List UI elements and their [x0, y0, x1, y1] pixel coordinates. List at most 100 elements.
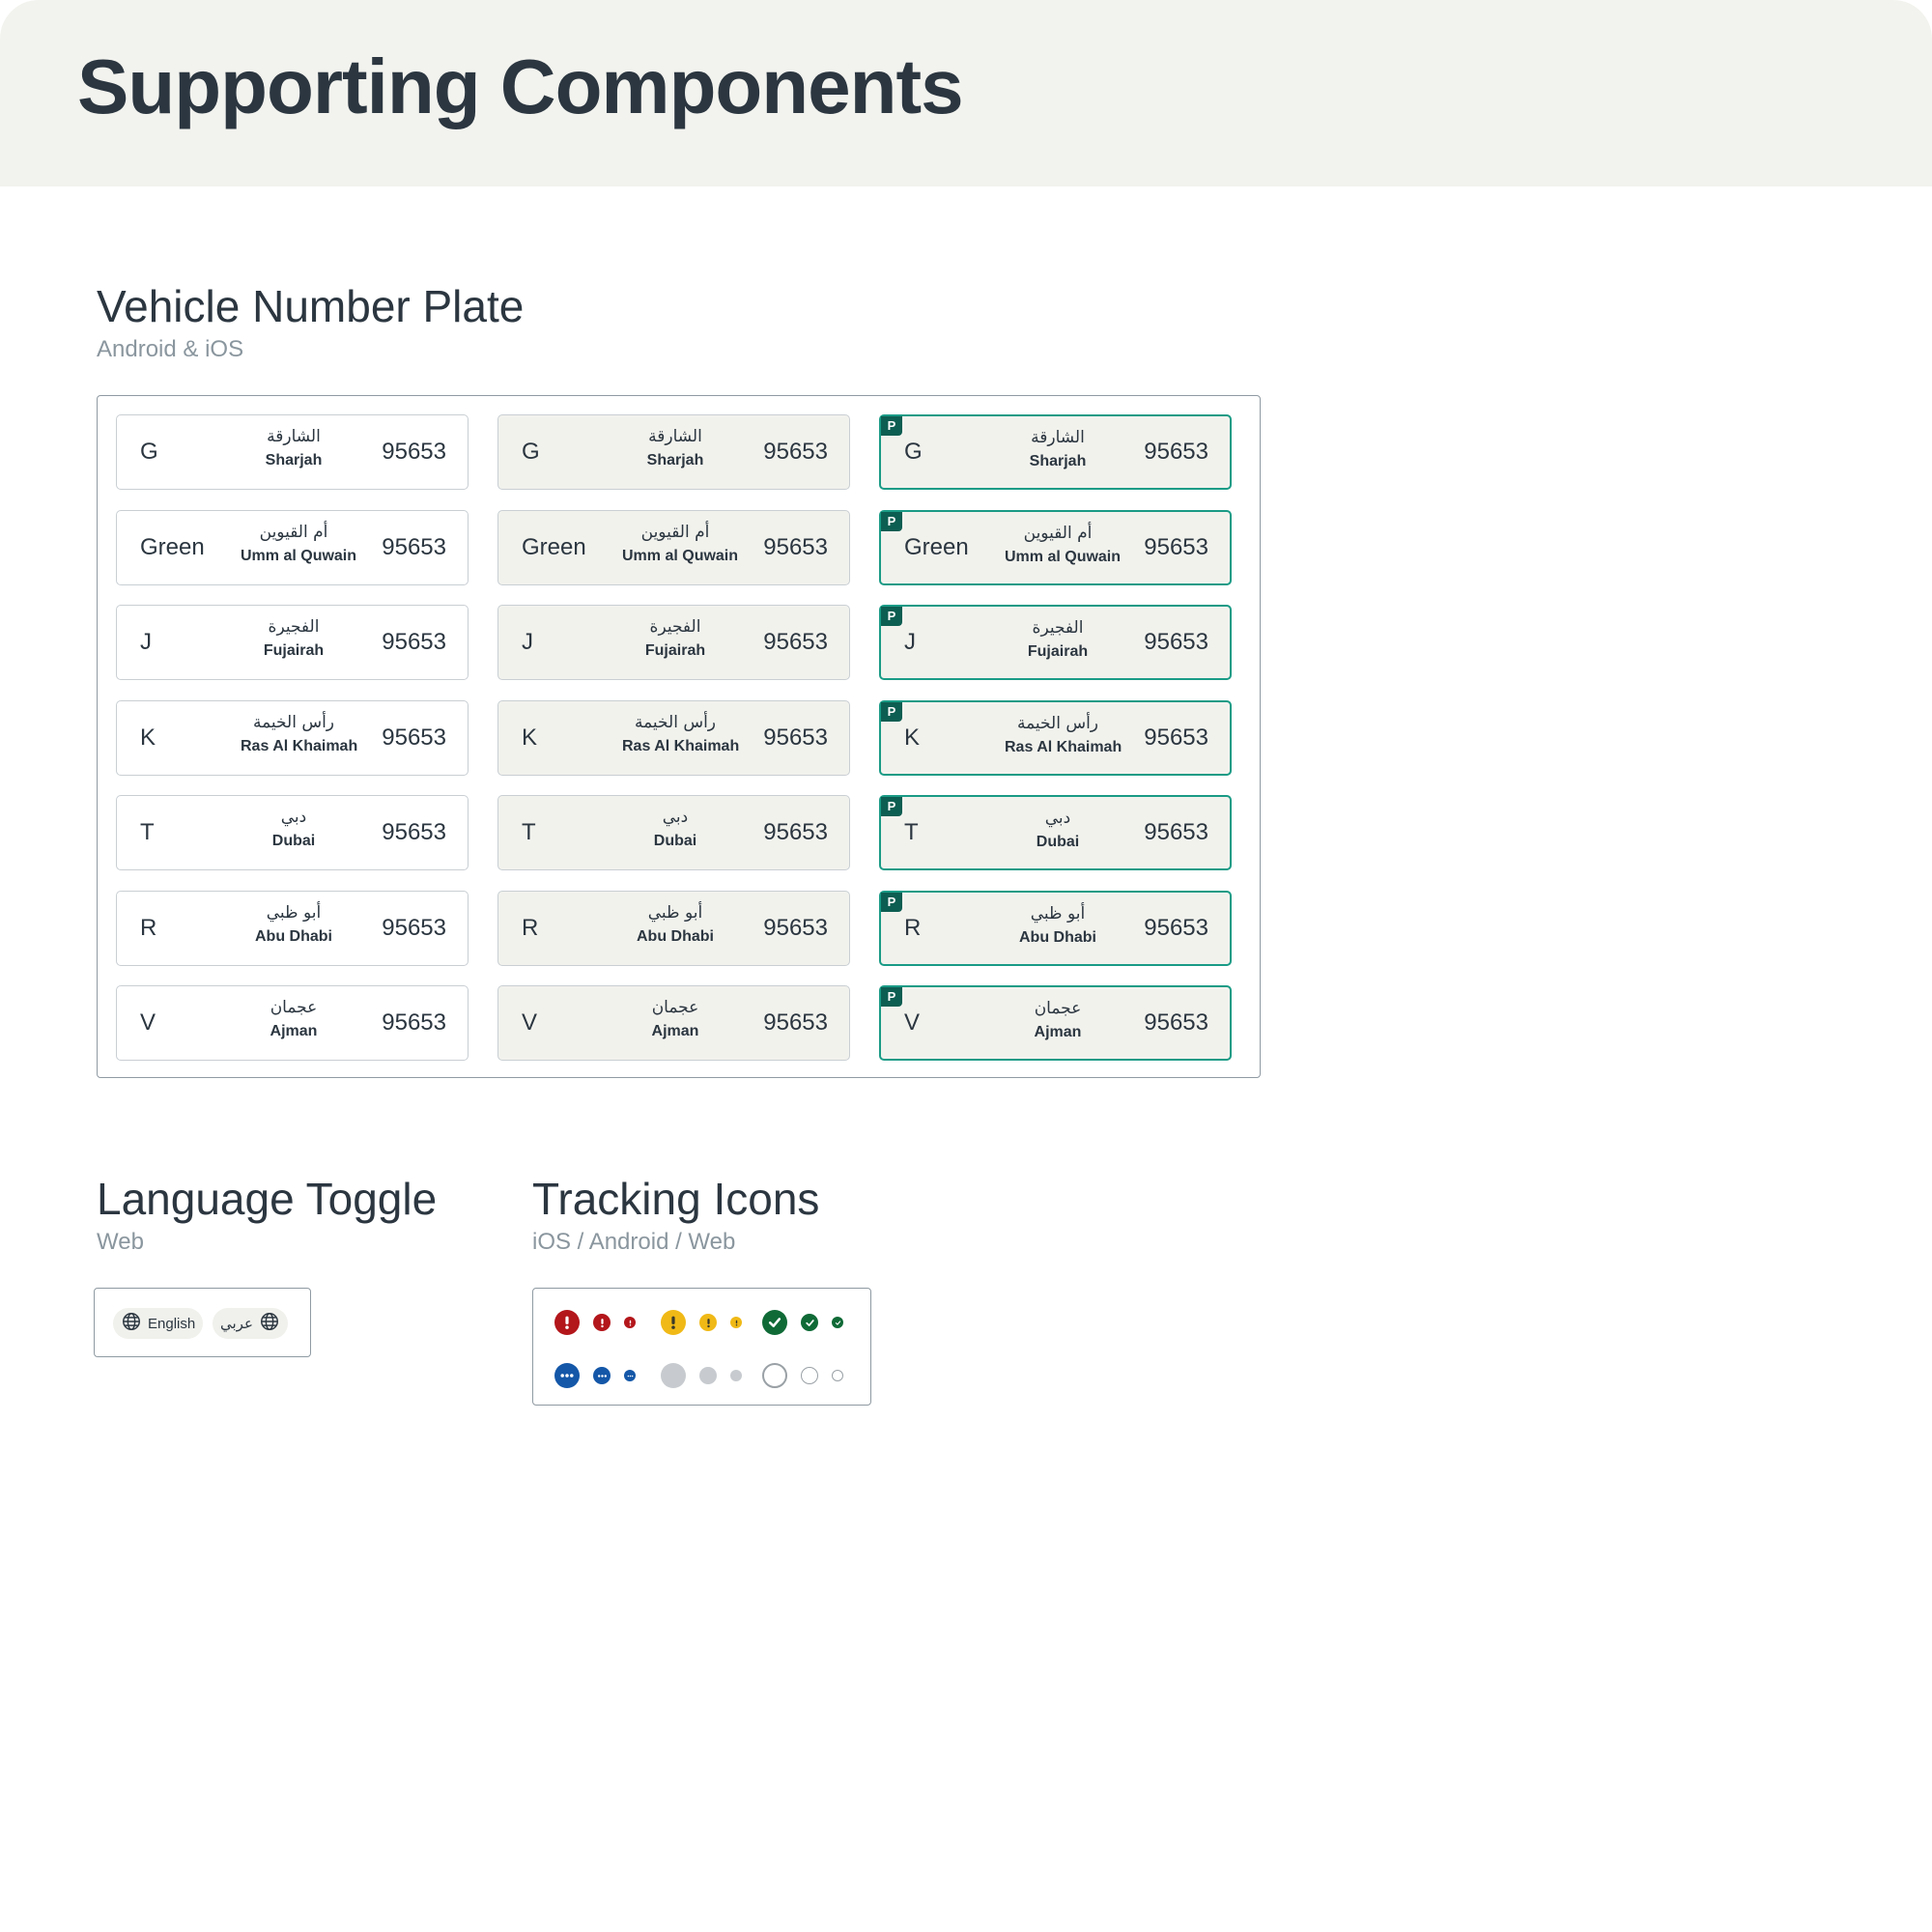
exclamation-icon [593, 1314, 611, 1331]
plate-code: R [140, 914, 157, 941]
number-plate: R أبو ظبي Abu Dhabi 95653 [497, 890, 850, 966]
number-plate: J الفجيرة Fujairah 95653 [497, 605, 850, 680]
plate-emirate: أبو ظبي Abu Dhabi [241, 903, 347, 946]
check-icon [762, 1310, 787, 1335]
number-plate: T دبي Dubai 95653 [497, 795, 850, 870]
empty-circle-icon [832, 1370, 843, 1381]
plate-emirate-english: Ras Al Khaimah [241, 737, 358, 754]
plate-emirate-arabic: دبي [1044, 809, 1071, 828]
plate-code: G [904, 439, 923, 465]
plate-emirate: دبي Dubai [241, 808, 347, 850]
plate-emirate-arabic: الشارقة [1031, 428, 1085, 447]
plate-code: V [140, 1009, 156, 1036]
plate-code: Green [140, 533, 205, 560]
filled-circle-icon [661, 1363, 686, 1388]
plate-number: 95653 [763, 819, 828, 845]
plate-emirate-english: Dubai [271, 833, 316, 849]
number-plate: J الفجيرة Fujairah 95653 [116, 605, 469, 680]
filled-circle-icon [730, 1370, 742, 1381]
plate-emirate-arabic: رأس الخيمة [1016, 713, 1099, 733]
plate-emirate-arabic: رأس الخيمة [634, 712, 717, 732]
plate-emirate: الفجيرة Fujairah [1005, 618, 1111, 661]
plate-emirate-english: Umm al Quwain [622, 547, 739, 564]
arabic-toggle-button[interactable]: عربي [213, 1308, 288, 1339]
english-toggle-button[interactable]: English [113, 1308, 204, 1339]
plate-emirate-arabic: أبو ظبي [1030, 903, 1086, 923]
globe-icon [259, 1311, 280, 1336]
filled-circle-icon [699, 1367, 717, 1384]
plate-number: 95653 [382, 439, 446, 465]
plate-number: 95653 [382, 533, 446, 560]
premium-badge: P [881, 701, 902, 722]
vehicle-plate-panel: G الشارقة Sharjah 95653 Green أم القيوين Umm a… [97, 395, 1261, 1078]
ellipsis-icon [554, 1363, 580, 1388]
plate-emirate-arabic: أبو ظبي [266, 902, 322, 923]
tracking-icons-title: Tracking Icons [532, 1174, 820, 1224]
premium-badge: P [881, 892, 902, 912]
plate-code: J [140, 629, 152, 655]
language-toggle-subtitle: Web [97, 1229, 144, 1255]
plate-number: 95653 [763, 1009, 828, 1036]
plate-emirate: الفجيرة Fujairah [241, 617, 347, 660]
plate-number: 95653 [382, 914, 446, 941]
plate-number: 95653 [763, 724, 828, 751]
plate-emirate-english: Sharjah [1029, 453, 1087, 469]
plate-number: 95653 [382, 629, 446, 655]
plate-code: Green [904, 533, 969, 560]
number-plate: P K رأس الخيمة Ras Al Khaimah 95653 [879, 699, 1232, 776]
page-header: Supporting Components [0, 0, 1932, 186]
plate-column-filled: G الشارقة Sharjah 95653 Green أم القيوين Umm a… [497, 414, 850, 1081]
plate-number: 95653 [763, 629, 828, 655]
arabic-label: عربي [220, 1315, 253, 1332]
plate-number: 95653 [382, 819, 446, 845]
number-plate: R أبو ظبي Abu Dhabi 95653 [116, 890, 469, 966]
plate-emirate: رأس الخيمة Ras Al Khaimah [241, 713, 358, 755]
exclamation-icon [661, 1310, 686, 1335]
exclamation-icon [730, 1317, 742, 1328]
premium-badge: P [881, 511, 902, 531]
number-plate: P V عجمان Ajman 95653 [879, 985, 1232, 1061]
tracking-icons-subtitle: iOS / Android / Web [532, 1229, 736, 1255]
plate-emirate-english: Abu Dhabi [255, 927, 332, 945]
check-icon [832, 1317, 843, 1328]
exclamation-icon [699, 1314, 717, 1331]
plate-code: Green [522, 533, 586, 560]
empty-circle-icon [801, 1367, 818, 1384]
plate-emirate-english: Ajman [270, 1023, 318, 1039]
plate-code: K [904, 724, 921, 751]
number-plate: K رأس الخيمة Ras Al Khaimah 95653 [116, 699, 469, 776]
plate-code: J [522, 629, 533, 655]
plate-emirate: رأس الخيمة Ras Al Khaimah [622, 712, 739, 755]
plate-emirate-english: Abu Dhabi [637, 927, 714, 945]
plate-emirate-english: Sharjah [265, 452, 323, 469]
plate-emirate-english: Umm al Quwain [1005, 548, 1122, 565]
check-icon [801, 1314, 818, 1331]
plate-emirate: أبو ظبي Abu Dhabi [1005, 904, 1111, 947]
number-plate: P G الشارقة Sharjah 95653 [879, 414, 1232, 490]
plate-code: R [904, 914, 922, 941]
plate-emirate-arabic: الفجيرة [649, 617, 701, 637]
plate-emirate-english: Fujairah [263, 642, 325, 659]
plate-emirate-arabic: الشارقة [267, 427, 321, 446]
number-plate: P T دبي Dubai 95653 [879, 795, 1232, 870]
plate-emirate-english: Dubai [1036, 834, 1080, 850]
plate-code: K [522, 724, 538, 751]
premium-badge: P [881, 987, 902, 1007]
language-toggle-panel: English عربي [94, 1288, 311, 1357]
plate-emirate: أم القيوين Umm al Quwain [1005, 524, 1122, 566]
plate-code: G [140, 439, 158, 465]
number-plate: G الشارقة Sharjah 95653 [116, 414, 469, 490]
number-plate: P R أبو ظبي Abu Dhabi 95653 [879, 890, 1232, 966]
plate-code: K [140, 724, 156, 751]
plate-emirate-english: Umm al Quwain [241, 547, 357, 564]
exclamation-icon [624, 1317, 636, 1328]
plate-emirate: دبي Dubai [622, 808, 728, 850]
plate-emirate-english: Fujairah [1027, 643, 1089, 660]
number-plate: K رأس الخيمة Ras Al Khaimah 95653 [497, 699, 850, 776]
plate-code: V [522, 1009, 538, 1036]
plate-emirate-arabic: الفجيرة [1032, 618, 1084, 638]
plate-number: 95653 [1144, 819, 1208, 845]
plate-emirate-english: Ajman [1034, 1024, 1082, 1040]
premium-badge: P [881, 416, 902, 436]
plate-number: 95653 [1144, 629, 1208, 655]
